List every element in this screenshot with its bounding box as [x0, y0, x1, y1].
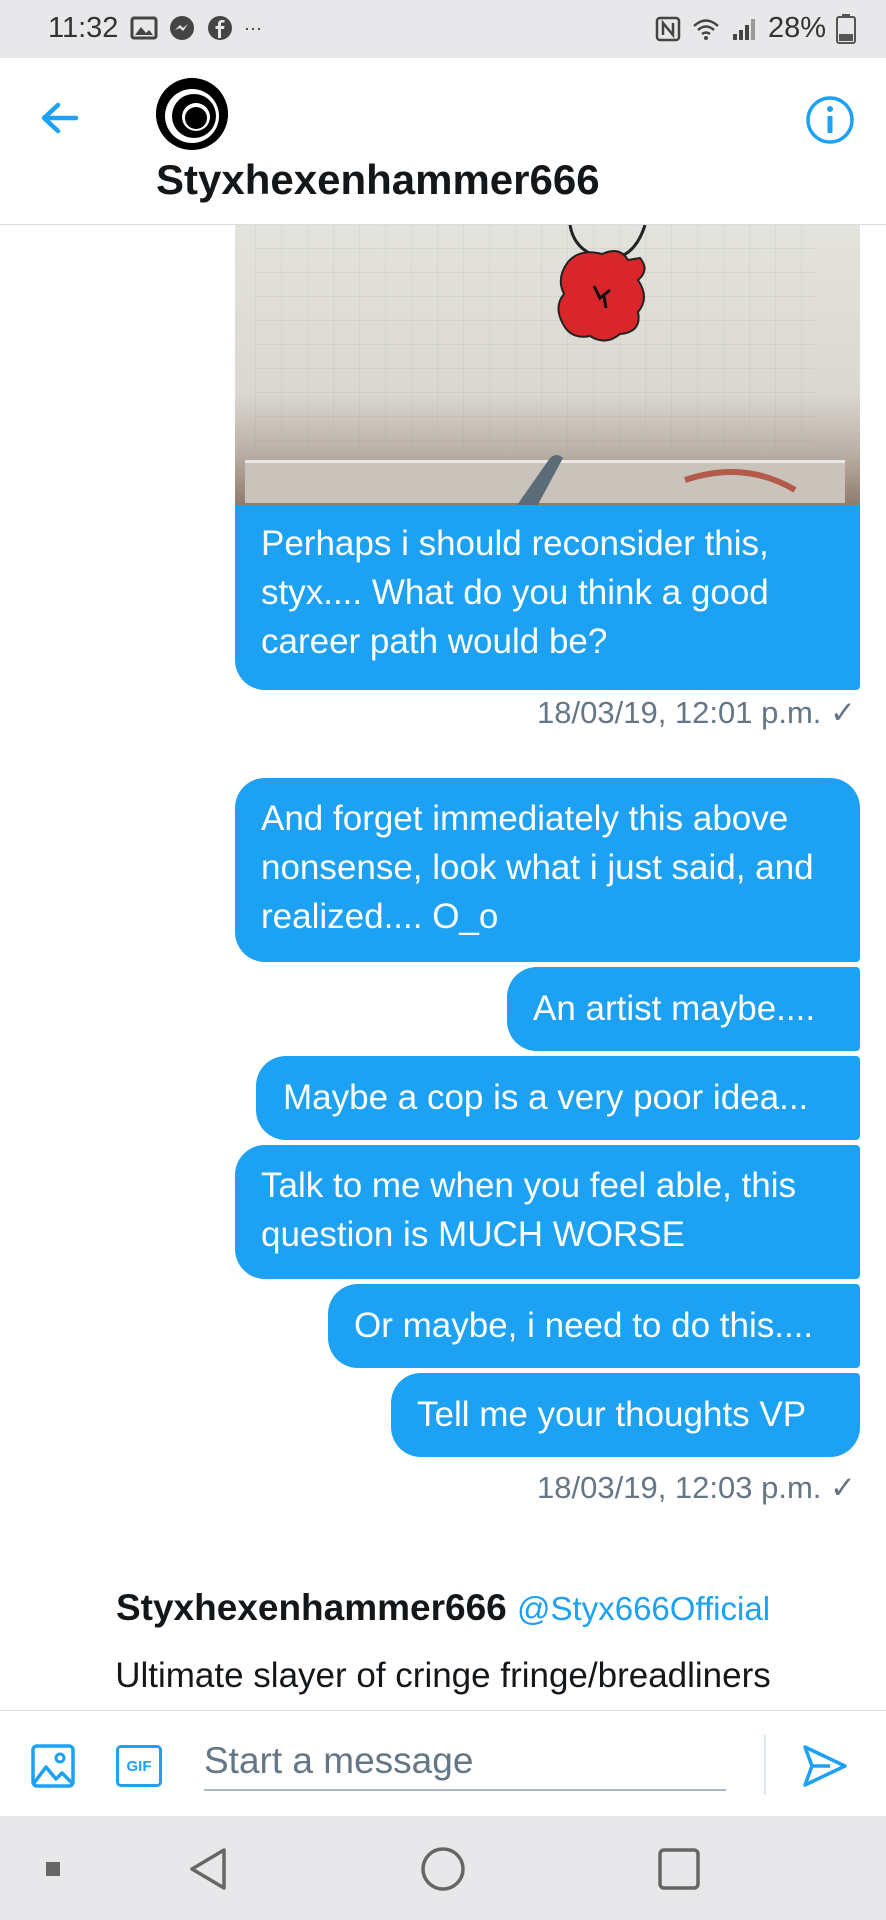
message-bubble[interactable]: Or maybe, i need to do this....: [328, 1284, 860, 1368]
messenger-notification-icon: [170, 16, 194, 40]
gif-button[interactable]: GIF: [116, 1745, 162, 1787]
message-bubble[interactable]: An artist maybe....: [507, 967, 860, 1051]
home-nav-icon[interactable]: [420, 1846, 466, 1892]
back-nav-icon[interactable]: [186, 1846, 232, 1892]
composer-divider: [764, 1735, 766, 1795]
message-input[interactable]: [204, 1733, 726, 1791]
battery-percent: 28%: [767, 12, 826, 44]
notification-icons: ···: [130, 14, 262, 42]
message-text: Maybe a cop is a very poor idea...: [283, 1078, 809, 1117]
gallery-notification-icon: [130, 16, 158, 40]
photo-red-drawing: [557, 250, 646, 342]
message-bubble[interactable]: Maybe a cop is a very poor idea...: [256, 1056, 860, 1140]
message-composer: GIF: [0, 1710, 886, 1817]
profile-summary-name[interactable]: Styxhexenhammer666 @Styx666Official: [0, 1587, 886, 1629]
overview-nav-icon[interactable]: [656, 1846, 702, 1892]
photo-pen: [517, 455, 797, 505]
message-text: And forget immediately this above nonsen…: [261, 799, 814, 936]
message-thread[interactable]: Perhaps i should reconsider this, styx..…: [0, 225, 886, 1710]
wifi-icon: [693, 18, 719, 40]
message-bubble[interactable]: And forget immediately this above nonsen…: [235, 778, 860, 962]
conversation-header: Styxhexenhammer666: [0, 58, 886, 225]
message-text: An artist maybe....: [533, 989, 816, 1028]
system-navigation-bar: [0, 1816, 886, 1920]
profile-handle[interactable]: @Styx666Official: [517, 1590, 770, 1627]
message-text: Or maybe, i need to do this....: [354, 1306, 814, 1345]
message-text: Tell me your thoughts VP: [417, 1395, 807, 1434]
message-timestamp: 18/03/19, 12:01 p.m. ✓: [537, 695, 856, 730]
image-icon[interactable]: [30, 1743, 76, 1789]
signal-icon: [732, 18, 755, 40]
avatar[interactable]: [156, 78, 228, 150]
profile-bio: Ultimate slayer of cringe fringe/breadli…: [115, 1656, 771, 1695]
battery-icon: [836, 13, 856, 44]
message-bubble[interactable]: Talk to me when you feel able, this ques…: [235, 1145, 860, 1279]
more-notifications-icon: ···: [244, 17, 262, 38]
facebook-notification-icon: [208, 16, 232, 40]
conversation-title: Styxhexenhammer666: [156, 156, 600, 203]
message-text: Perhaps i should reconsider this, styx..…: [261, 524, 769, 661]
send-icon[interactable]: [800, 1741, 850, 1791]
status-bar: 11:32 ··· 28%: [0, 0, 886, 58]
recent-square-dot-icon[interactable]: [46, 1862, 60, 1876]
system-status-icons: 28%: [654, 12, 856, 45]
message-bubble[interactable]: Perhaps i should reconsider this, styx..…: [235, 505, 860, 690]
status-time: 11:32: [48, 12, 119, 44]
message-text: Talk to me when you feel able, this ques…: [261, 1166, 797, 1254]
message-bubble[interactable]: Tell me your thoughts VP: [391, 1373, 860, 1457]
message-timestamp: 18/03/19, 12:03 p.m. ✓: [537, 1470, 856, 1505]
back-arrow-icon[interactable]: [36, 96, 86, 140]
nfc-icon: [655, 16, 681, 41]
shared-photo[interactable]: [235, 225, 860, 505]
info-icon[interactable]: [804, 94, 856, 146]
profile-name: Styxhexenhammer666: [115, 1587, 507, 1628]
